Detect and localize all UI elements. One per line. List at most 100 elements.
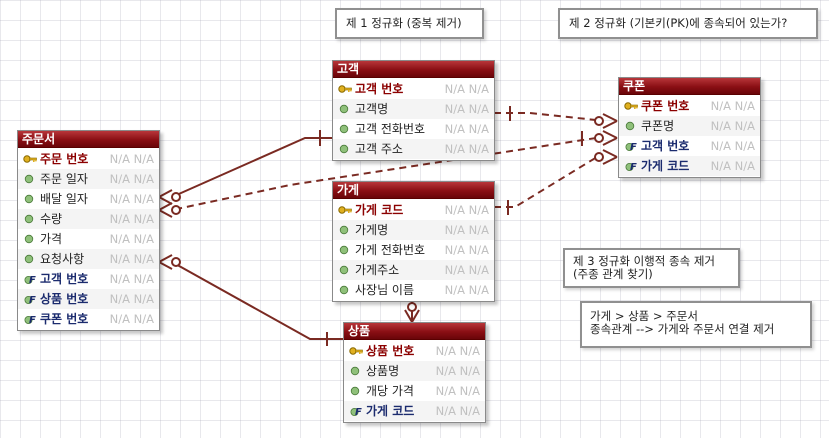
attribute-type: N/A N/A <box>444 263 489 277</box>
note-second-normal-form: 제 2 정규화 (기본키(PK)에 종속되어 있는가? <box>558 8 818 39</box>
attribute-row[interactable]: 사장님 이름 N/A N/A <box>333 280 494 300</box>
attribute-name: 고객 번호 <box>40 272 89 286</box>
relationship-customer-coupon <box>494 112 597 121</box>
attribute-row[interactable]: 상품명 N/A N/A <box>344 361 485 381</box>
entity-title: 고객 <box>333 61 494 78</box>
attribute-dot-icon <box>338 264 352 276</box>
attribute-row[interactable]: 수량 N/A N/A <box>18 209 159 229</box>
attribute-name: 요청사항 <box>40 252 85 266</box>
attribute-type: N/A N/A <box>109 312 154 326</box>
attribute-row[interactable]: 상품 번호 N/A N/A <box>344 341 485 361</box>
attribute-type: N/A N/A <box>109 172 154 186</box>
attribute-row[interactable]: F 가게 코드 N/A N/A <box>344 401 485 421</box>
attribute-row[interactable]: 주문 번호 N/A N/A <box>18 149 159 169</box>
relationship-product-order <box>171 261 343 340</box>
attribute-row[interactable]: 개당 가격 N/A N/A <box>344 381 485 401</box>
attribute-name: 주문 번호 <box>40 152 89 166</box>
attribute-type: N/A N/A <box>444 102 489 116</box>
attribute-dot-icon <box>23 253 37 265</box>
attribute-name: 사장님 이름 <box>355 283 415 297</box>
entity-title: 쿠폰 <box>619 78 760 95</box>
primary-key-icon <box>23 153 37 165</box>
attribute-type: N/A N/A <box>710 139 755 153</box>
attribute-row[interactable]: 배달 일자 N/A N/A <box>18 189 159 209</box>
attribute-dot-icon <box>338 224 352 236</box>
attribute-type: N/A N/A <box>109 152 154 166</box>
entity-coupon[interactable]: 쿠폰 쿠폰 번호 N/A N/A 쿠폰명 N/A N/A F 고객 번호 N/A N/A F 가… <box>618 77 761 178</box>
entity-order[interactable]: 주문서 주문 번호 N/A N/A 주문 일자 N/A N/A 배달 일자 N/A N/A… <box>17 130 160 331</box>
attribute-name: 쿠폰명 <box>641 119 675 133</box>
attribute-dot-icon <box>349 385 363 397</box>
svg-text:F: F <box>630 162 637 172</box>
attribute-type: N/A N/A <box>109 192 154 206</box>
primary-key-icon <box>338 204 352 216</box>
foreign-key-icon: F <box>624 160 638 172</box>
attribute-name: 가게 코드 <box>366 404 415 418</box>
attribute-row[interactable]: 가격 N/A N/A <box>18 229 159 249</box>
entity-title: 상품 <box>344 323 485 340</box>
attribute-row[interactable]: 고객 번호 N/A N/A <box>333 79 494 99</box>
attribute-type: N/A N/A <box>435 364 480 378</box>
attribute-name: 가격 <box>40 232 63 246</box>
attribute-type: N/A N/A <box>710 119 755 133</box>
attribute-row[interactable]: 쿠폰 번호 N/A N/A <box>619 96 760 116</box>
attribute-row[interactable]: 가게명 N/A N/A <box>333 220 494 240</box>
attribute-row[interactable]: 고객 주소 N/A N/A <box>333 139 494 159</box>
entity-title: 주문서 <box>18 131 159 148</box>
attribute-type: N/A N/A <box>444 203 489 217</box>
entity-store[interactable]: 가게 가게 코드 N/A N/A 가게명 N/A N/A 가게 전화번호 N/A N/A 가… <box>332 181 495 302</box>
attribute-row[interactable]: 주문 일자 N/A N/A <box>18 169 159 189</box>
relationship-customer-order <box>171 137 332 198</box>
entity-attributes: 상품 번호 N/A N/A 상품명 N/A N/A 개당 가격 N/A N/A F 가게 코드… <box>344 340 485 422</box>
attribute-name: 가게 코드 <box>355 203 404 217</box>
attribute-row[interactable]: F 쿠폰 번호 N/A N/A <box>18 309 159 329</box>
entity-attributes: 주문 번호 N/A N/A 주문 일자 N/A N/A 배달 일자 N/A N/A 수량 N/… <box>18 148 159 330</box>
attribute-name: 상품 번호 <box>366 344 415 358</box>
attribute-row[interactable]: 요청사항 N/A N/A <box>18 249 159 269</box>
svg-text:F: F <box>630 142 637 152</box>
attribute-type: N/A N/A <box>710 159 755 173</box>
attribute-name: 주문 일자 <box>40 172 88 186</box>
attribute-row[interactable]: F 상품 번호 N/A N/A <box>18 289 159 309</box>
attribute-type: N/A N/A <box>435 404 480 418</box>
attribute-name: 고객명 <box>355 102 389 116</box>
attribute-type: N/A N/A <box>435 344 480 358</box>
attribute-row[interactable]: 고객 전화번호 N/A N/A <box>333 119 494 139</box>
attribute-row[interactable]: F 고객 번호 N/A N/A <box>18 269 159 289</box>
attribute-row[interactable]: 쿠폰명 N/A N/A <box>619 116 760 136</box>
attribute-type: N/A N/A <box>109 232 154 246</box>
note-text: 제 2 정규화 (기본키(PK)에 종속되어 있는가? <box>569 16 788 30</box>
entity-product[interactable]: 상품 상품 번호 N/A N/A 상품명 N/A N/A 개당 가격 N/A N/A F 가게… <box>343 322 486 423</box>
attribute-row[interactable]: F 가게 코드 N/A N/A <box>619 156 760 176</box>
attribute-row[interactable]: 가게 전화번호 N/A N/A <box>333 240 494 260</box>
primary-key-icon <box>624 100 638 112</box>
foreign-key-icon: F <box>23 273 37 285</box>
attribute-type: N/A N/A <box>710 99 755 113</box>
primary-key-icon <box>349 345 363 357</box>
attribute-dot-icon <box>338 103 352 115</box>
attribute-name: 쿠폰 번호 <box>641 99 690 113</box>
attribute-dot-icon <box>338 123 352 135</box>
attribute-type: N/A N/A <box>109 252 154 266</box>
attribute-name: 가게주소 <box>355 263 400 277</box>
attribute-dot-icon <box>338 284 352 296</box>
attribute-row[interactable]: 가게주소 N/A N/A <box>333 260 494 280</box>
attribute-name: 쿠폰 번호 <box>40 312 89 326</box>
attribute-row[interactable]: 가게 코드 N/A N/A <box>333 200 494 220</box>
note-text-line-2: (주종 관계 찾기) <box>573 267 653 281</box>
svg-text:F: F <box>29 295 36 305</box>
attribute-row[interactable]: 고객명 N/A N/A <box>333 99 494 119</box>
entity-customer[interactable]: 고객 고객 번호 N/A N/A 고객명 N/A N/A 고객 전화번호 N/A N/A 고… <box>332 60 495 161</box>
attribute-row[interactable]: F 고객 번호 N/A N/A <box>619 136 760 156</box>
attribute-dot-icon <box>349 365 363 377</box>
attribute-name: 가게명 <box>355 223 389 237</box>
foreign-key-icon: F <box>624 140 638 152</box>
attribute-type: N/A N/A <box>109 272 154 286</box>
attribute-dot-icon <box>23 213 37 225</box>
note-dependency: 가게 > 상품 > 주문서 종속관계 --> 가게와 주문서 연결 제거 <box>580 301 812 348</box>
attribute-dot-icon <box>23 173 37 185</box>
attribute-type: N/A N/A <box>109 292 154 306</box>
attribute-name: 고객 전화번호 <box>355 122 426 136</box>
attribute-dot-icon <box>23 193 37 205</box>
attribute-name: 고객 번호 <box>355 82 404 96</box>
